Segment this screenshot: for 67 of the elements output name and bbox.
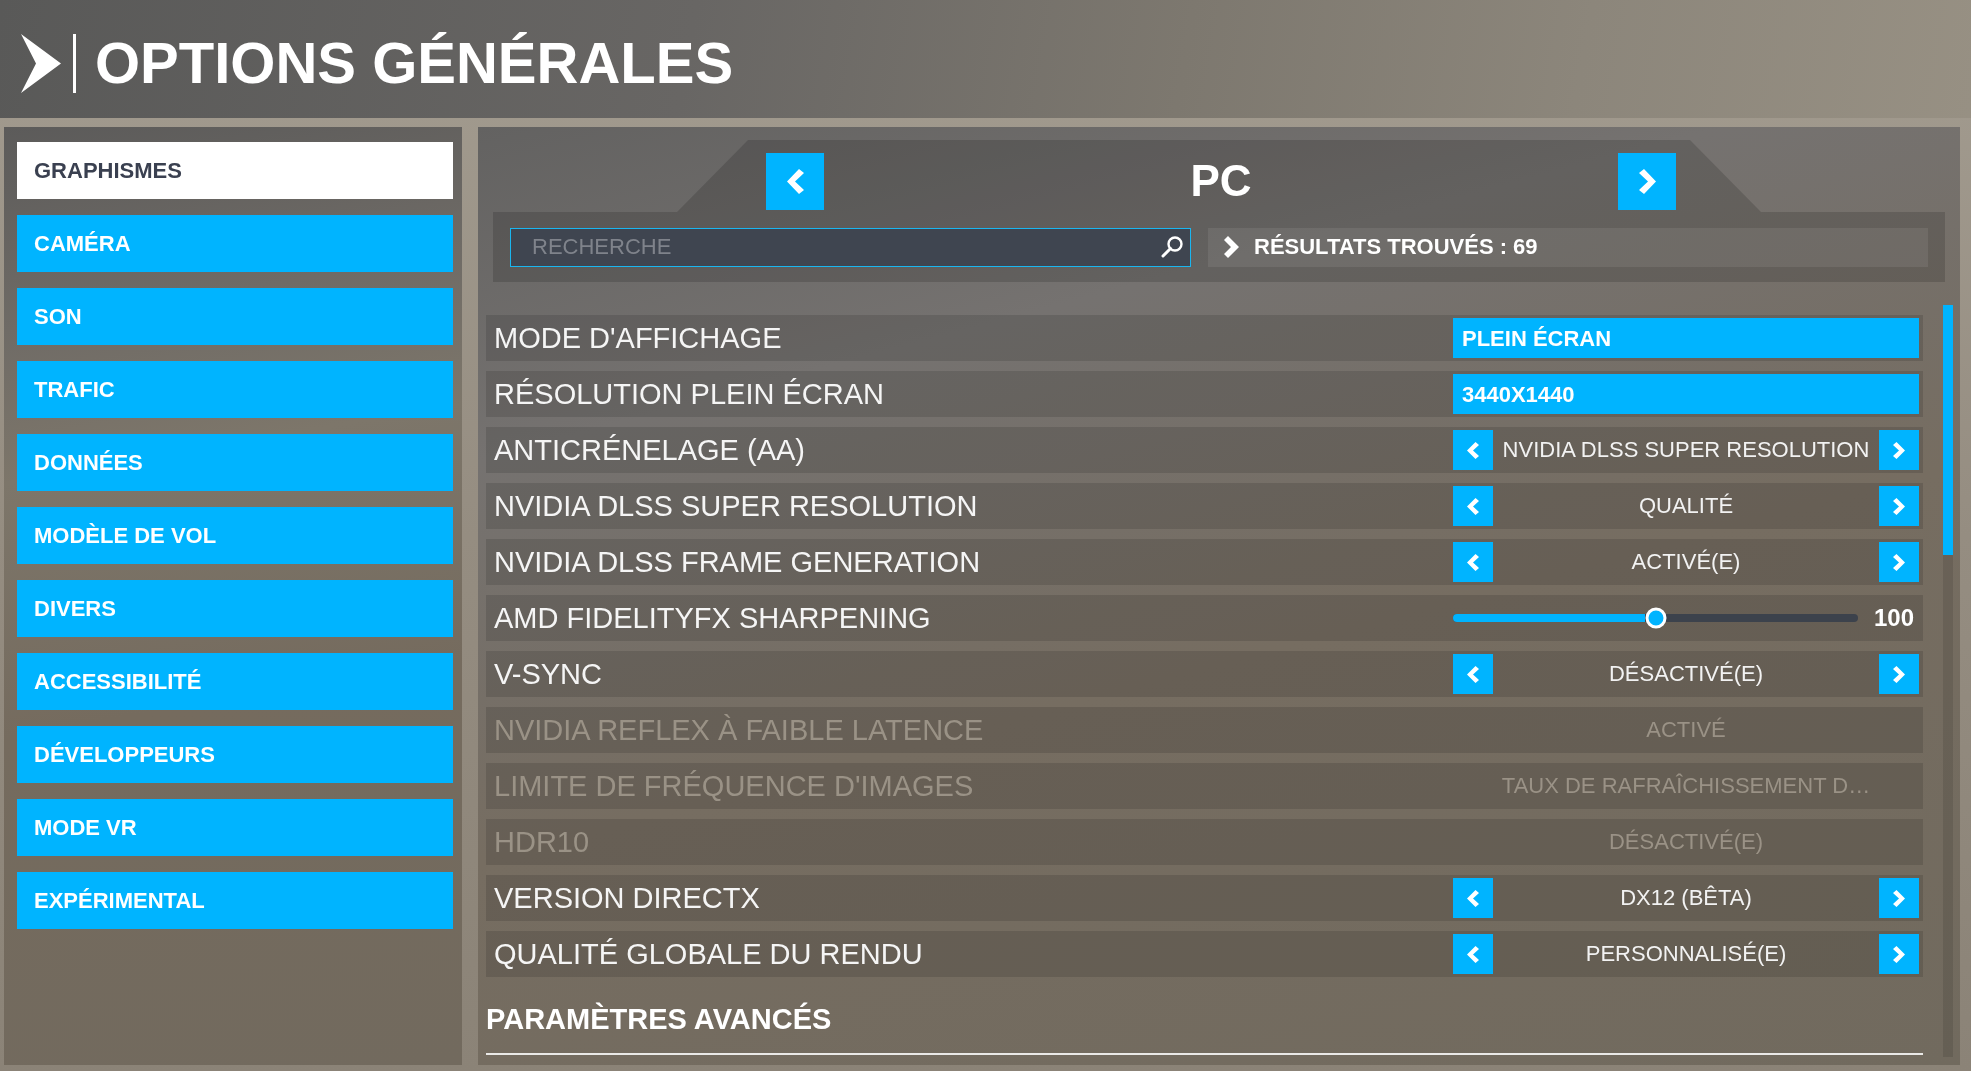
- next-button[interactable]: [1879, 430, 1919, 470]
- results-count: RÉSULTATS TROUVÉS : 69: [1254, 236, 1538, 258]
- sidebar-tab[interactable]: DÉVELOPPEURS: [17, 726, 453, 783]
- setting-label: NVIDIA DLSS SUPER RESOLUTION: [494, 491, 978, 521]
- chevron-right-icon: [1893, 497, 1905, 515]
- setting-label: AMD FIDELITYFX SHARPENING: [494, 603, 931, 633]
- sidebar-tab[interactable]: EXPÉRIMENTAL: [17, 872, 453, 929]
- search-field[interactable]: RECHERCHE: [510, 227, 1191, 267]
- slider-value: 100: [1873, 606, 1914, 630]
- previous-button[interactable]: [1453, 934, 1493, 974]
- next-button[interactable]: [1618, 153, 1676, 210]
- setting-value: ACTIVÉ(E): [1630, 551, 1742, 573]
- slider-thumb[interactable]: [1645, 607, 1666, 629]
- sidebar-tab[interactable]: MODÈLE DE VOL: [17, 507, 453, 564]
- setting-label: RÉSOLUTION PLEIN ÉCRAN: [494, 379, 884, 409]
- chevron-left-icon: [1467, 553, 1479, 571]
- chevron-right-icon: [21, 33, 61, 93]
- scrollbar-track[interactable]: [1943, 305, 1953, 1057]
- previous-button[interactable]: [1453, 542, 1493, 582]
- setting-value: DX12 (BÊTA): [1619, 887, 1753, 909]
- chevron-right-icon: [1893, 441, 1905, 459]
- page-title: OPTIONS GÉNÉRALES: [95, 34, 734, 92]
- sidebar-tab[interactable]: DIVERS: [17, 580, 453, 637]
- setting-label: VERSION DIRECTX: [494, 883, 760, 913]
- sidebar-tab[interactable]: TRAFIC: [17, 361, 453, 418]
- next-button[interactable]: [1879, 486, 1919, 526]
- next-button[interactable]: [1879, 654, 1919, 694]
- setting-label: MODE D'AFFICHAGE: [494, 323, 782, 353]
- setting-dropdown[interactable]: 3440X1440: [1453, 374, 1919, 414]
- setting-label: NVIDIA DLSS FRAME GENERATION: [494, 547, 981, 577]
- setting-label: V-SYNC: [494, 659, 602, 689]
- chevron-left-icon: [1467, 945, 1479, 963]
- chevron-right-icon: [1893, 553, 1905, 571]
- chevron-left-icon: [1467, 889, 1479, 907]
- chevron-right-icon: [1893, 665, 1905, 683]
- search-icon: [1161, 235, 1183, 258]
- setting-label: QUALITÉ GLOBALE DU RENDU: [494, 939, 923, 969]
- sidebar-tab[interactable]: DONNÉES: [17, 434, 453, 491]
- chevron-left-icon: [786, 169, 804, 194]
- next-button[interactable]: [1879, 934, 1919, 974]
- setting-value: PERSONNALISÉ(E): [1584, 943, 1788, 965]
- sidebar-tab[interactable]: ACCESSIBILITÉ: [17, 653, 453, 710]
- chevron-right-icon: [1224, 236, 1239, 258]
- next-button[interactable]: [1879, 878, 1919, 918]
- sidebar-tab[interactable]: SON: [17, 288, 453, 345]
- setting-dropdown[interactable]: PLEIN ÉCRAN: [1453, 318, 1919, 358]
- setting-value: QUALITÉ: [1637, 495, 1735, 517]
- sidebar-tab[interactable]: CAMÉRA: [17, 215, 453, 272]
- previous-button[interactable]: [1453, 654, 1493, 694]
- setting-label: ANTICRÉNELAGE (AA): [494, 435, 805, 465]
- previous-button[interactable]: [1453, 430, 1493, 470]
- chevron-right-icon: [1893, 889, 1905, 907]
- chevron-left-icon: [1467, 441, 1479, 459]
- previous-button[interactable]: [1453, 486, 1493, 526]
- chevron-left-icon: [1467, 665, 1479, 683]
- scrollbar-thumb[interactable]: [1943, 305, 1953, 555]
- previous-button[interactable]: [1453, 878, 1493, 918]
- chevron-left-icon: [1467, 497, 1479, 515]
- setting-value: DÉSACTIVÉ(E): [1608, 663, 1764, 685]
- sidebar-tab[interactable]: GRAPHISMES: [17, 142, 453, 199]
- next-button[interactable]: [1879, 542, 1919, 582]
- sidebar-tab[interactable]: MODE VR: [17, 799, 453, 856]
- previous-button[interactable]: [766, 153, 824, 210]
- setting-value: NVIDIA DLSS SUPER RESOLUTION: [1501, 439, 1871, 461]
- platform-title: PC: [1190, 159, 1252, 203]
- chevron-right-icon: [1893, 945, 1905, 963]
- chevron-right-icon: [1638, 169, 1656, 194]
